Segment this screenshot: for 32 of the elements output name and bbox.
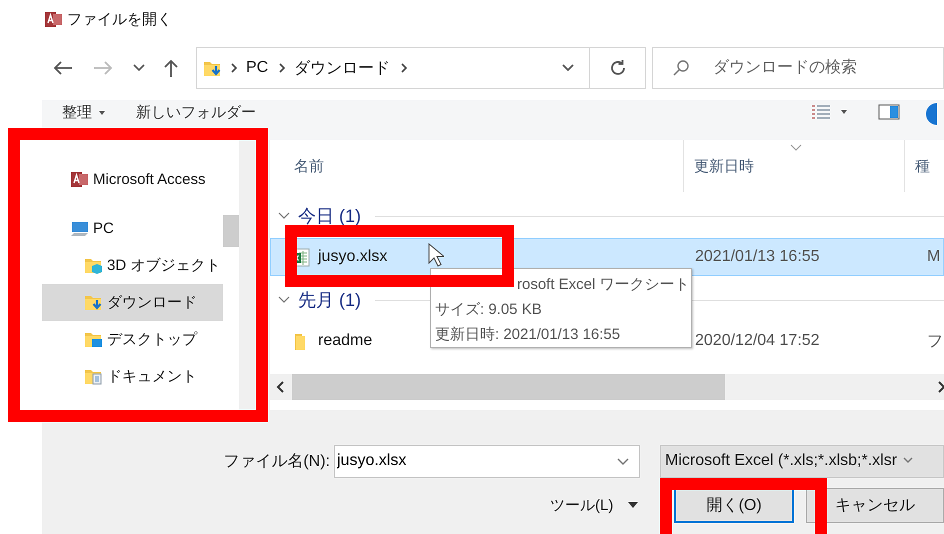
group-header[interactable]: 今日 (1) xyxy=(298,204,361,228)
breadcrumb-item[interactable]: ダウンロード xyxy=(294,58,390,78)
group-header[interactable]: 先月 (1) xyxy=(298,288,361,312)
table-cell-text: M xyxy=(926,248,940,266)
column-header[interactable]: 種 xyxy=(905,140,930,192)
file-name[interactable]: readme xyxy=(318,332,372,350)
tooltip-text: サイズ: 9.05 KB xyxy=(435,300,543,320)
column-header[interactable]: 更新日時 xyxy=(684,140,905,192)
table-cell-text: フ xyxy=(926,332,943,352)
nav-item[interactable]: PC xyxy=(42,210,223,247)
field-label: ファイル名(N): xyxy=(222,452,331,472)
toolbar-button[interactable]: 新しいフォルダー xyxy=(136,103,256,122)
tools-button[interactable]: ツール(L) xyxy=(550,496,660,514)
tooltip-text: 更新日時: 2021/01/13 16:55 xyxy=(435,325,622,345)
column-header[interactable]: 名前 xyxy=(270,140,684,192)
file-name[interactable]: jusyo.xlsx xyxy=(318,248,388,266)
date-cell-text: 2020/12/04 17:52 xyxy=(694,332,821,350)
nav-item[interactable]: Microsoft Access xyxy=(42,161,223,198)
window-title: ファイルを開く xyxy=(67,10,172,28)
address-bar[interactable]: PC ダウンロード xyxy=(196,47,590,89)
nav-item[interactable]: ダウンロード xyxy=(42,284,223,321)
nav-item[interactable]: デスクトップ xyxy=(42,321,223,358)
toolbar-button[interactable]: 整理 xyxy=(62,103,106,122)
nav-item[interactable]: 3D オブジェクト xyxy=(42,247,223,284)
search-field[interactable]: ダウンロードの検索 xyxy=(652,47,944,89)
breadcrumb-item[interactable]: PC xyxy=(246,59,268,77)
nav-item[interactable]: ドキュメント xyxy=(42,358,223,395)
open-button[interactable]: 開く(O) xyxy=(674,488,794,522)
date-cell-text: 2021/01/13 16:55 xyxy=(694,248,821,266)
tooltip-text: rosoft Excel ワークシート xyxy=(516,275,687,295)
cancel-button[interactable]: キャンセル xyxy=(806,488,944,522)
file-type-dropdown[interactable]: Microsoft Excel (*.xls;*.xlsb;*.xlsr xyxy=(660,444,944,478)
